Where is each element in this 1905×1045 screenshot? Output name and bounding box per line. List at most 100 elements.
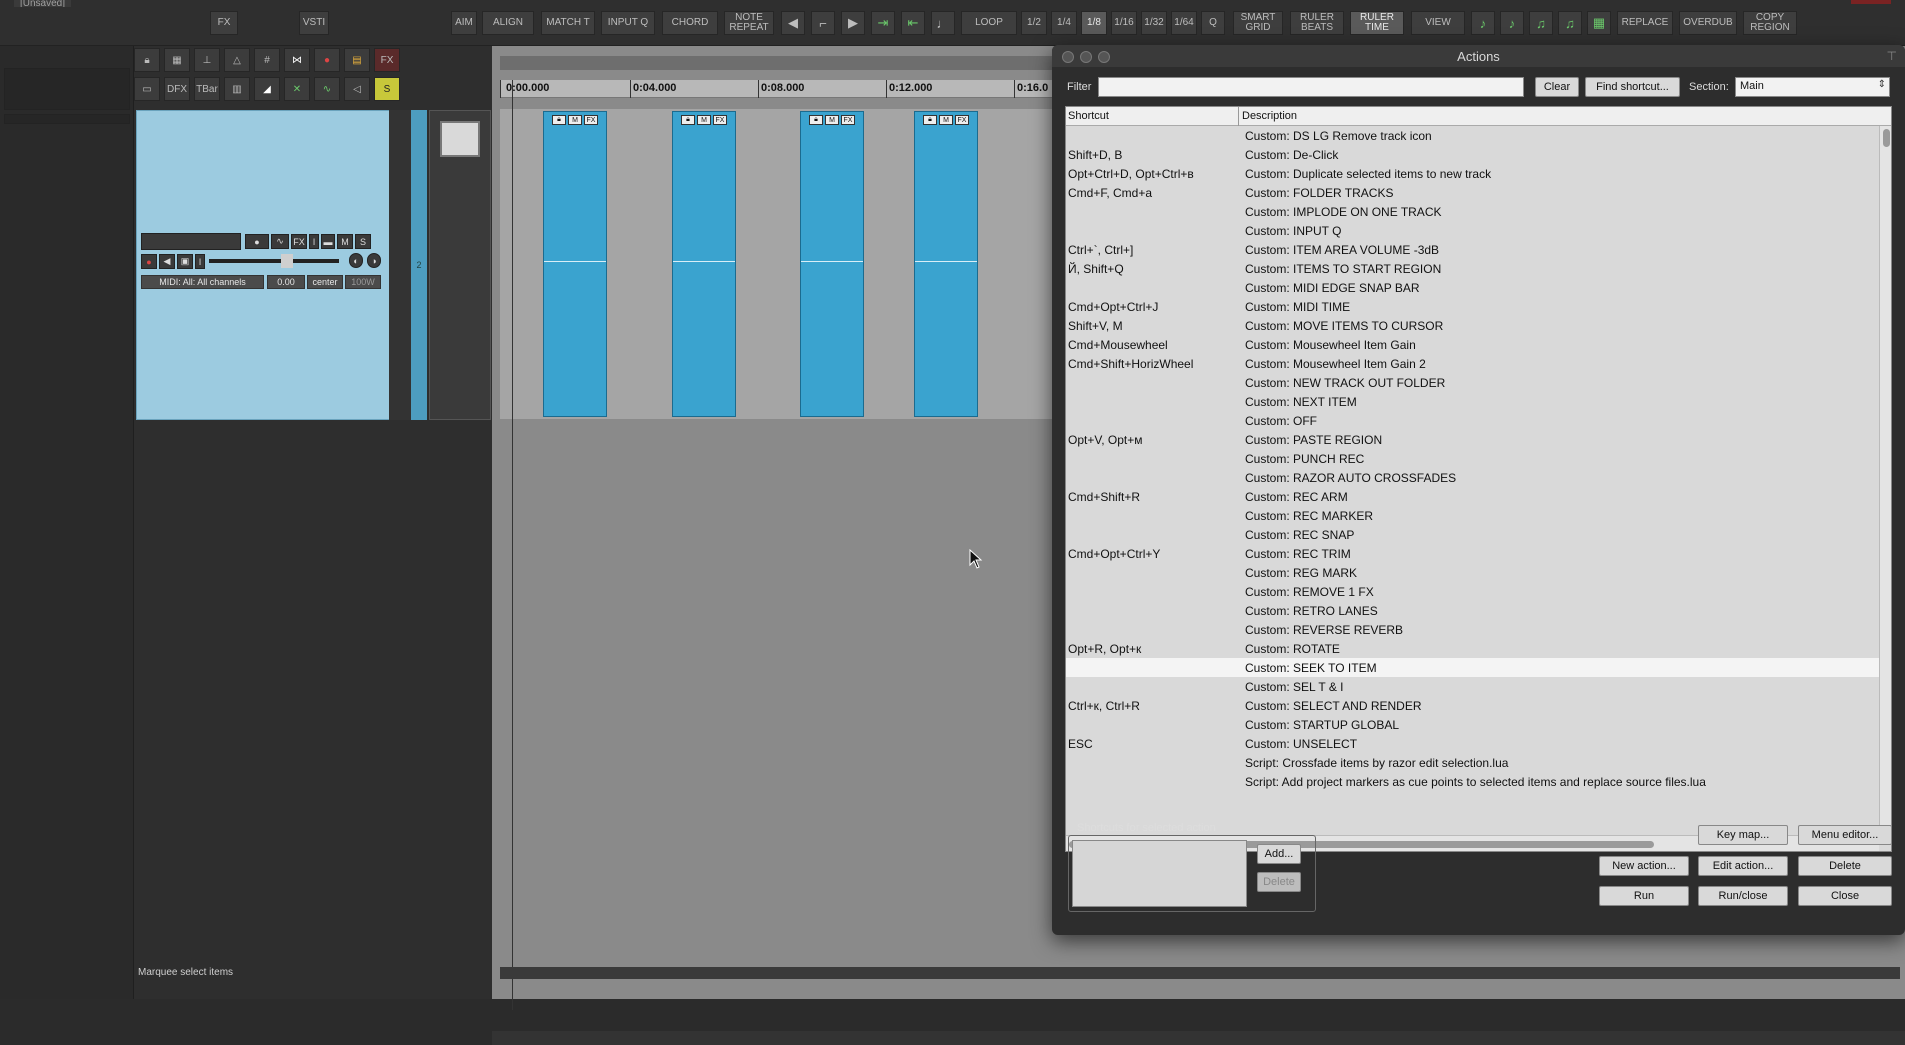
dfx-button[interactable]: DFX [164,77,190,101]
action-row[interactable]: Custom: RETRO LANES [1066,601,1879,620]
description-column-header[interactable]: Description [1242,110,1297,122]
lock-icon[interactable]: 🔒︎ [552,115,566,125]
tilt-icon[interactable]: ◢ [254,77,280,101]
grid-1-4-button[interactable]: 1/4 [1051,11,1077,35]
run-close-button[interactable]: Run/close [1698,886,1788,906]
ruler-beats-button[interactable]: RULER BEATS [1290,11,1344,35]
edit-action-button[interactable]: Edit action... [1698,856,1788,876]
action-row[interactable]: Custom: SEEK TO ITEM [1066,658,1879,677]
action-row[interactable]: Cmd+Mousewheel Custom: Mousewheel Item Ga… [1066,335,1879,354]
clear-button[interactable]: Clear [1535,77,1579,97]
edit-cursor[interactable] [512,80,513,1010]
action-row[interactable]: Custom: NEW TRACK OUT FOLDER [1066,373,1879,392]
trim-icon[interactable]: ◁ [344,77,370,101]
action-row[interactable]: Custom: MIDI EDGE SNAP BAR [1066,278,1879,297]
action-row[interactable]: Script: Add project markers as cue point… [1066,772,1879,791]
volume-knob-icon[interactable]: ◐ [349,253,363,268]
menu-editor-button[interactable]: Menu editor... [1798,825,1892,845]
rewind-icon[interactable]: ◀ [781,11,805,35]
action-row[interactable]: Custom: PUNCH REC [1066,449,1879,468]
grid-1-8-button[interactable]: 1/8 [1081,11,1107,35]
grid-1-64-button[interactable]: 1/64 [1171,11,1197,35]
speaker-icon[interactable]: ◀ [159,254,175,269]
note-up-icon[interactable]: ♪ [1471,11,1495,35]
action-row[interactable]: Shift+V, M Custom: MOVE ITEMS TO CURSOR [1066,316,1879,335]
action-row[interactable]: Custom: STARTUP GLOBAL [1066,715,1879,734]
envelope-button-icon[interactable]: ∿ [271,234,289,249]
action-row[interactable]: Й, Shift+Q Custom: ITEMS TO START REGION [1066,259,1879,278]
tool-icon[interactable]: ⌐ [811,11,835,35]
action-row[interactable]: Custom: RAZOR AUTO CROSSFADES [1066,468,1879,487]
action-row[interactable]: Custom: REC MARKER [1066,506,1879,525]
grid-tool-icon[interactable]: ▦ [1587,11,1611,35]
phase-icon[interactable]: ǀ [309,234,319,249]
lock-icon[interactable]: 🔒︎ [923,115,937,125]
lock-icon[interactable]: 🔒︎ [134,48,160,72]
action-row[interactable]: Custom: INPUT Q [1066,221,1879,240]
zoom-window-icon[interactable] [1098,51,1110,63]
record-arm-icon[interactable]: ● [245,234,269,249]
action-row[interactable]: Custom: REMOVE 1 FX [1066,582,1879,601]
fx-tool-button[interactable]: FX [374,48,400,72]
new-action-button[interactable]: New action... [1599,856,1689,876]
note-join-icon[interactable]: ♫ [1558,11,1582,35]
action-row[interactable]: Custom: SEL T & I [1066,677,1879,696]
tbar-button[interactable]: TBar [194,77,220,101]
note-repeat-button[interactable]: NOTE REPEAT [724,11,774,35]
snap-icon[interactable]: ⊥ [194,48,220,72]
record-mode-icon[interactable]: ● [141,254,157,269]
item-m-tag[interactable]: M [825,115,839,125]
input-q-button[interactable]: INPUT Q [601,11,655,35]
folder-icon[interactable]: ▭ [134,77,160,101]
item-fx-tag[interactable]: FX [584,115,598,125]
move-left-icon[interactable]: ⇤ [901,11,925,35]
chord-button[interactable]: CHORD [662,11,718,35]
selected-shortcuts-list[interactable] [1072,840,1247,907]
item-fx-tag[interactable]: FX [713,115,727,125]
action-row[interactable]: Custom: DS LG Remove track icon [1066,126,1879,145]
width-value[interactable]: 100W [345,275,381,289]
action-row[interactable]: Ctrl+к, Ctrl+R Custom: SELECT AND RENDER [1066,696,1879,715]
delete-action-button[interactable]: Delete [1798,856,1892,876]
add-shortcut-button[interactable]: Add... [1257,844,1301,864]
note-split-icon[interactable]: ♫ [1529,11,1553,35]
horizontal-scrollbar[interactable] [500,967,1900,979]
volume-slider-handle[interactable] [281,254,293,268]
item-fx-tag[interactable]: FX [955,115,969,125]
action-row[interactable]: Cmd+Shift+HorizWheel Custom: Mousewheel I… [1066,354,1879,373]
action-row[interactable]: Custom: REVERSE REVERB [1066,620,1879,639]
move-right-icon[interactable]: ⇥ [871,11,895,35]
color-icon[interactable]: ▤ [344,48,370,72]
io-icon[interactable]: ▬ [321,234,335,249]
project-title-tab[interactable]: [Unsaved] [14,0,72,7]
find-shortcut-button[interactable]: Find shortcut... [1585,77,1680,97]
media-item[interactable]: 🔒︎ M FX [800,111,864,417]
action-row[interactable]: Opt+V, Opt+м Custom: PASTE REGION [1066,430,1879,449]
track-panel[interactable]: ● ∿ FX ǀ ▬ M S ● ◀ ▣ ǀ ◐ ◑ MIDI: All: Al… [136,110,392,420]
match-t-button[interactable]: MATCH T [541,11,595,35]
action-row[interactable]: Cmd+F, Cmd+a Custom: FOLDER TRACKS [1066,183,1879,202]
action-row[interactable]: Opt+R, Opt+к Custom: ROTATE [1066,639,1879,658]
ruler-time-button[interactable]: RULER TIME [1350,11,1404,35]
item-m-tag[interactable]: M [568,115,582,125]
loop-button[interactable]: LOOP [961,11,1017,35]
action-row[interactable]: Custom: REG MARK [1066,563,1879,582]
minimize-window-icon[interactable] [1080,51,1092,63]
monitor-icon[interactable]: ▣ [177,254,193,269]
action-row[interactable]: Custom: OFF [1066,411,1879,430]
solo-tool-button[interactable]: S [374,77,400,101]
media-item[interactable]: 🔒︎ M FX [672,111,736,417]
action-row[interactable]: Cmd+Opt+Ctrl+J Custom: MIDI TIME [1066,297,1879,316]
view-button[interactable]: VIEW [1411,11,1465,35]
action-row[interactable]: Script: Crossfade items by razor edit se… [1066,753,1879,772]
close-window-icon[interactable] [1062,51,1074,63]
delete-shortcut-button[interactable]: Delete [1257,872,1301,892]
smart-grid-button[interactable]: SMART GRID [1233,11,1283,35]
item-m-tag[interactable]: M [697,115,711,125]
grid-q-button[interactable]: Q [1201,11,1225,35]
grid-lines-icon[interactable]: # [254,48,280,72]
volume-slider[interactable] [209,254,339,268]
fx-button[interactable]: FX [210,11,238,35]
note-icon[interactable]: ♩ [931,11,955,35]
track-name-field[interactable] [141,233,241,250]
